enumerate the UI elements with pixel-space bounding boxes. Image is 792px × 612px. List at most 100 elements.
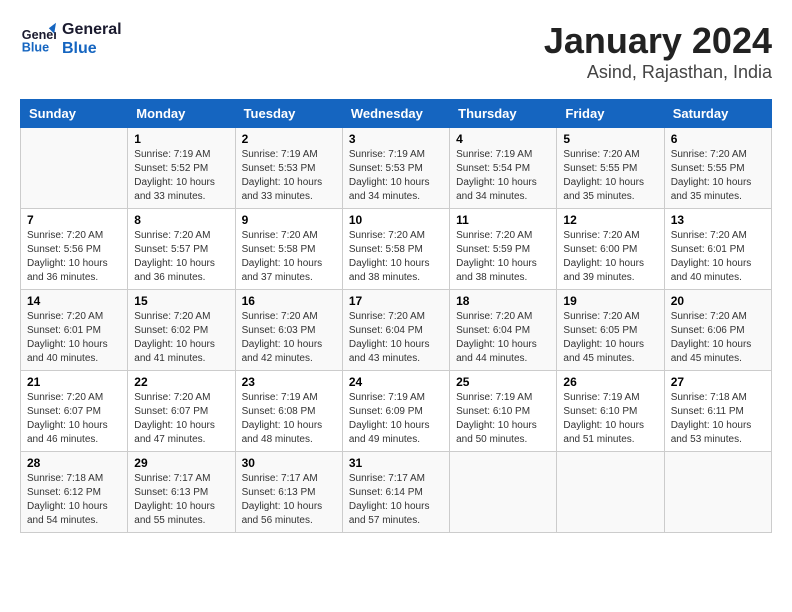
logo-icon: General Blue xyxy=(20,21,56,57)
calendar-cell: 13 Sunrise: 7:20 AM Sunset: 6:01 PM Dayli… xyxy=(664,209,771,290)
day-info: Sunrise: 7:17 AM Sunset: 6:13 PM Dayligh… xyxy=(242,472,336,528)
day-info: Sunrise: 7:20 AM Sunset: 5:58 PM Dayligh… xyxy=(242,229,336,285)
calendar-cell: 20 Sunrise: 7:20 AM Sunset: 6:06 PM Dayli… xyxy=(664,290,771,371)
calendar-cell: 25Sunrise: 7:19 AM Sunset: 6:10 PM Dayli… xyxy=(450,371,557,452)
col-thursday: Thursday xyxy=(450,100,557,128)
calendar-week-2: 7 Sunrise: 7:20 AM Sunset: 5:56 PM Daylig… xyxy=(21,209,772,290)
day-info: Sunrise: 7:20 AM Sunset: 6:03 PM Dayligh… xyxy=(242,310,336,366)
col-sunday: Sunday xyxy=(21,100,128,128)
calendar-cell: 22 Sunrise: 7:20 AM Sunset: 6:07 PM Dayli… xyxy=(128,371,235,452)
calendar-cell: 30 Sunrise: 7:17 AM Sunset: 6:13 PM Dayli… xyxy=(235,452,342,533)
calendar-week-4: 21 Sunrise: 7:20 AM Sunset: 6:07 PM Dayli… xyxy=(21,371,772,452)
day-info: Sunrise: 7:20 AM Sunset: 6:07 PM Dayligh… xyxy=(27,391,121,447)
calendar-cell: 12 Sunrise: 7:20 AM Sunset: 6:00 PM Dayli… xyxy=(557,209,664,290)
calendar-cell: 8 Sunrise: 7:20 AM Sunset: 5:57 PM Daylig… xyxy=(128,209,235,290)
calendar-cell: 24Sunrise: 7:19 AM Sunset: 6:09 PM Dayli… xyxy=(342,371,449,452)
day-info: Sunrise: 7:20 AM Sunset: 6:00 PM Dayligh… xyxy=(563,229,657,285)
day-number: 15 xyxy=(134,294,228,308)
calendar-cell: 6Sunrise: 7:20 AM Sunset: 5:55 PM Daylig… xyxy=(664,128,771,209)
day-info: Sunrise: 7:20 AM Sunset: 6:04 PM Dayligh… xyxy=(349,310,443,366)
col-tuesday: Tuesday xyxy=(235,100,342,128)
day-number: 4 xyxy=(456,132,550,146)
calendar-week-1: 1Sunrise: 7:19 AM Sunset: 5:52 PM Daylig… xyxy=(21,128,772,209)
day-number: 7 xyxy=(27,213,121,227)
calendar-week-5: 28Sunrise: 7:18 AM Sunset: 6:12 PM Dayli… xyxy=(21,452,772,533)
day-number: 30 xyxy=(242,456,336,470)
title-block: January 2024 Asind, Rajasthan, India xyxy=(544,20,772,83)
day-info: Sunrise: 7:19 AM Sunset: 6:10 PM Dayligh… xyxy=(456,391,550,447)
day-number: 10 xyxy=(349,213,443,227)
col-wednesday: Wednesday xyxy=(342,100,449,128)
day-number: 23 xyxy=(242,375,336,389)
day-info: Sunrise: 7:19 AM Sunset: 6:10 PM Dayligh… xyxy=(563,391,657,447)
logo-text: General Blue xyxy=(62,20,122,58)
calendar-cell xyxy=(557,452,664,533)
svg-text:Blue: Blue xyxy=(22,41,49,55)
day-number: 8 xyxy=(134,213,228,227)
location-title: Asind, Rajasthan, India xyxy=(544,62,772,83)
calendar-cell: 14 Sunrise: 7:20 AM Sunset: 6:01 PM Dayli… xyxy=(21,290,128,371)
day-number: 21 xyxy=(27,375,121,389)
day-number: 9 xyxy=(242,213,336,227)
calendar-cell: 31 Sunrise: 7:17 AM Sunset: 6:14 PM Dayli… xyxy=(342,452,449,533)
day-info: Sunrise: 7:20 AM Sunset: 6:06 PM Dayligh… xyxy=(671,310,765,366)
calendar-cell: 10 Sunrise: 7:20 AM Sunset: 5:58 PM Dayli… xyxy=(342,209,449,290)
day-number: 17 xyxy=(349,294,443,308)
day-info: Sunrise: 7:20 AM Sunset: 5:56 PM Dayligh… xyxy=(27,229,121,285)
day-number: 14 xyxy=(27,294,121,308)
calendar-cell xyxy=(450,452,557,533)
calendar-cell: 27 Sunrise: 7:18 AM Sunset: 6:11 PM Dayli… xyxy=(664,371,771,452)
day-number: 6 xyxy=(671,132,765,146)
day-number: 16 xyxy=(242,294,336,308)
day-info: Sunrise: 7:19 AM Sunset: 5:53 PM Dayligh… xyxy=(242,148,336,204)
day-number: 13 xyxy=(671,213,765,227)
col-saturday: Saturday xyxy=(664,100,771,128)
page-header: General Blue General Blue January 2024 A… xyxy=(20,20,772,83)
day-number: 20 xyxy=(671,294,765,308)
day-number: 3 xyxy=(349,132,443,146)
day-info: Sunrise: 7:20 AM Sunset: 6:01 PM Dayligh… xyxy=(671,229,765,285)
day-info: Sunrise: 7:19 AM Sunset: 6:08 PM Dayligh… xyxy=(242,391,336,447)
day-number: 5 xyxy=(563,132,657,146)
day-info: Sunrise: 7:19 AM Sunset: 6:09 PM Dayligh… xyxy=(349,391,443,447)
day-info: Sunrise: 7:20 AM Sunset: 6:04 PM Dayligh… xyxy=(456,310,550,366)
calendar-body: 1Sunrise: 7:19 AM Sunset: 5:52 PM Daylig… xyxy=(21,128,772,533)
header-row: Sunday Monday Tuesday Wednesday Thursday… xyxy=(21,100,772,128)
day-number: 31 xyxy=(349,456,443,470)
calendar-table: Sunday Monday Tuesday Wednesday Thursday… xyxy=(20,99,772,533)
calendar-cell: 29Sunrise: 7:17 AM Sunset: 6:13 PM Dayli… xyxy=(128,452,235,533)
day-info: Sunrise: 7:18 AM Sunset: 6:11 PM Dayligh… xyxy=(671,391,765,447)
day-info: Sunrise: 7:20 AM Sunset: 6:02 PM Dayligh… xyxy=(134,310,228,366)
calendar-cell: 17 Sunrise: 7:20 AM Sunset: 6:04 PM Dayli… xyxy=(342,290,449,371)
day-info: Sunrise: 7:19 AM Sunset: 5:53 PM Dayligh… xyxy=(349,148,443,204)
month-title: January 2024 xyxy=(544,20,772,62)
day-number: 12 xyxy=(563,213,657,227)
calendar-cell: 16 Sunrise: 7:20 AM Sunset: 6:03 PM Dayli… xyxy=(235,290,342,371)
day-info: Sunrise: 7:20 AM Sunset: 6:01 PM Dayligh… xyxy=(27,310,121,366)
day-info: Sunrise: 7:20 AM Sunset: 5:58 PM Dayligh… xyxy=(349,229,443,285)
calendar-header: Sunday Monday Tuesday Wednesday Thursday… xyxy=(21,100,772,128)
calendar-cell: 18Sunrise: 7:20 AM Sunset: 6:04 PM Dayli… xyxy=(450,290,557,371)
day-number: 22 xyxy=(134,375,228,389)
day-number: 19 xyxy=(563,294,657,308)
day-info: Sunrise: 7:20 AM Sunset: 6:07 PM Dayligh… xyxy=(134,391,228,447)
calendar-cell: 21 Sunrise: 7:20 AM Sunset: 6:07 PM Dayli… xyxy=(21,371,128,452)
day-info: Sunrise: 7:17 AM Sunset: 6:14 PM Dayligh… xyxy=(349,472,443,528)
day-info: Sunrise: 7:20 AM Sunset: 5:57 PM Dayligh… xyxy=(134,229,228,285)
calendar-cell xyxy=(21,128,128,209)
calendar-cell: 11Sunrise: 7:20 AM Sunset: 5:59 PM Dayli… xyxy=(450,209,557,290)
calendar-cell: 2Sunrise: 7:19 AM Sunset: 5:53 PM Daylig… xyxy=(235,128,342,209)
calendar-cell xyxy=(664,452,771,533)
calendar-cell: 9 Sunrise: 7:20 AM Sunset: 5:58 PM Daylig… xyxy=(235,209,342,290)
day-number: 29 xyxy=(134,456,228,470)
day-number: 1 xyxy=(134,132,228,146)
logo: General Blue General Blue xyxy=(20,20,122,58)
col-friday: Friday xyxy=(557,100,664,128)
day-info: Sunrise: 7:20 AM Sunset: 5:55 PM Dayligh… xyxy=(563,148,657,204)
calendar-cell: 1Sunrise: 7:19 AM Sunset: 5:52 PM Daylig… xyxy=(128,128,235,209)
day-number: 27 xyxy=(671,375,765,389)
calendar-cell: 15 Sunrise: 7:20 AM Sunset: 6:02 PM Dayli… xyxy=(128,290,235,371)
calendar-cell: 26Sunrise: 7:19 AM Sunset: 6:10 PM Dayli… xyxy=(557,371,664,452)
calendar-cell: 23 Sunrise: 7:19 AM Sunset: 6:08 PM Dayli… xyxy=(235,371,342,452)
calendar-cell: 3 Sunrise: 7:19 AM Sunset: 5:53 PM Daylig… xyxy=(342,128,449,209)
